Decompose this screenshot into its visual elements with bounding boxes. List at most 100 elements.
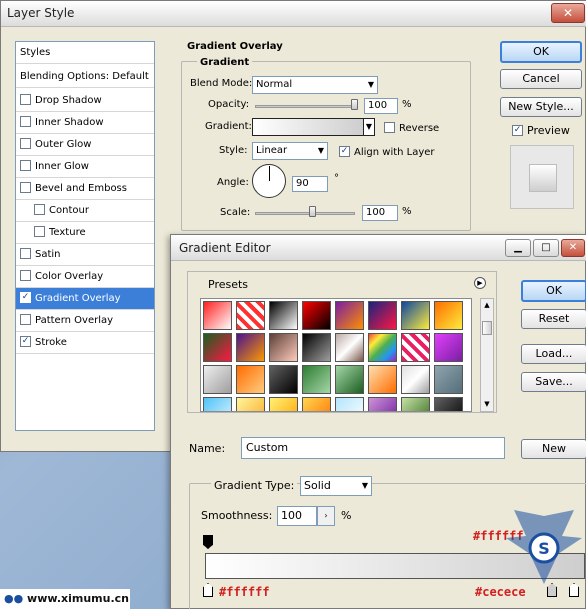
preset-swatch[interactable] [434, 397, 463, 411]
checkbox-icon[interactable] [20, 137, 31, 149]
preset-swatch[interactable] [368, 333, 397, 362]
opacity-input[interactable]: 100 [364, 98, 398, 114]
preset-swatch[interactable] [203, 397, 232, 411]
angle-dial[interactable] [252, 164, 286, 198]
preset-swatch[interactable] [203, 365, 232, 394]
name-input[interactable]: Custom [241, 437, 505, 459]
load-button[interactable]: Load... [521, 344, 586, 364]
preset-swatch[interactable] [236, 397, 265, 411]
scroll-down-icon[interactable]: ▼ [481, 398, 493, 410]
preset-swatch[interactable] [269, 301, 298, 330]
layer-style-titlebar[interactable]: Layer Style ✕ [1, 1, 586, 27]
style-item-inner-glow[interactable]: Inner Glow [16, 156, 154, 178]
save-button[interactable]: Save... [521, 372, 586, 392]
presets-scrollbar[interactable]: ▲ ▼ [480, 298, 494, 412]
blend-mode-label: Blend Mode: [190, 78, 253, 89]
style-item-pattern-overlay[interactable]: Pattern Overlay [16, 310, 154, 332]
checkbox-icon[interactable] [20, 115, 31, 127]
gradient-editor-titlebar[interactable]: Gradient Editor ▁ □ ✕ [171, 235, 586, 261]
presets-menu-button[interactable]: ▶ [474, 277, 486, 289]
preset-swatch[interactable] [434, 333, 463, 362]
cancel-button[interactable]: Cancel [500, 69, 582, 89]
checkbox-icon[interactable] [34, 203, 45, 215]
preset-swatch[interactable] [401, 365, 430, 394]
gradient-type-dropdown[interactable]: Solid ▼ [300, 476, 372, 496]
new-button[interactable]: New [521, 439, 586, 459]
smoothness-input[interactable]: 100 [277, 506, 317, 526]
style-item-outer-glow[interactable]: Outer Glow [16, 134, 154, 156]
style-item-inner-shadow[interactable]: Inner Shadow [16, 112, 154, 134]
style-item-texture[interactable]: Texture [16, 222, 154, 244]
preset-swatch[interactable] [236, 365, 265, 394]
scroll-up-icon[interactable]: ▲ [481, 299, 493, 311]
style-item-contour[interactable]: Contour [16, 200, 154, 222]
scale-slider-track[interactable] [255, 212, 355, 215]
checkbox-icon[interactable] [34, 225, 45, 237]
style-item-label: Outer Glow [35, 139, 92, 150]
editor-ok-button[interactable]: OK [521, 280, 586, 302]
scale-input[interactable]: 100 [362, 205, 398, 221]
align-with-layer-checkbox[interactable]: ✓ Align with Layer [339, 145, 435, 158]
opacity-slider-thumb[interactable] [351, 99, 358, 110]
preset-swatch[interactable] [269, 397, 298, 411]
preset-swatch[interactable] [335, 333, 364, 362]
preset-swatch[interactable] [302, 397, 331, 411]
preset-swatch[interactable] [368, 397, 397, 411]
checkbox-icon [384, 121, 395, 133]
angle-input[interactable]: 90 [292, 176, 328, 192]
style-item-gradient-overlay[interactable]: ✓ Gradient Overlay [16, 288, 154, 310]
checkbox-icon[interactable] [20, 93, 31, 105]
preset-swatch[interactable] [203, 301, 232, 330]
close-button[interactable]: ✕ [561, 239, 585, 257]
preset-swatch[interactable] [368, 365, 397, 394]
style-item-bevel-and-emboss[interactable]: Bevel and Emboss [16, 178, 154, 200]
style-item-color-overlay[interactable]: Color Overlay [16, 266, 154, 288]
minimize-button[interactable]: ▁ [505, 239, 531, 257]
close-button[interactable]: ✕ [551, 3, 585, 23]
preset-swatch[interactable] [368, 301, 397, 330]
preset-swatch[interactable] [335, 301, 364, 330]
style-dropdown[interactable]: Linear ▼ [252, 142, 328, 160]
preset-swatch[interactable] [401, 333, 430, 362]
close-icon: ✕ [568, 242, 578, 253]
preset-swatch[interactable] [302, 301, 331, 330]
scroll-thumb[interactable] [482, 321, 492, 335]
styles-header[interactable]: Styles [16, 42, 154, 64]
preset-swatch[interactable] [401, 397, 430, 411]
ok-button[interactable]: OK [500, 41, 582, 63]
preview-checkbox[interactable]: ✓ Preview [512, 124, 570, 137]
preset-swatch[interactable] [302, 365, 331, 394]
preset-swatch[interactable] [203, 333, 232, 362]
preset-swatch[interactable] [335, 397, 364, 411]
preset-swatch[interactable] [302, 333, 331, 362]
checkbox-icon[interactable] [20, 269, 31, 281]
gradient-picker-arrow[interactable]: ▼ [363, 118, 375, 136]
preset-swatch[interactable] [434, 365, 463, 394]
preset-swatch[interactable] [269, 333, 298, 362]
preset-swatch[interactable] [269, 365, 298, 394]
preset-swatch[interactable] [401, 301, 430, 330]
opacity-slider-track[interactable] [255, 105, 355, 108]
blend-mode-dropdown[interactable]: Normal ▼ [252, 76, 378, 94]
checkbox-icon[interactable] [20, 247, 31, 259]
preset-swatch[interactable] [236, 333, 265, 362]
new-style-button[interactable]: New Style... [500, 97, 582, 117]
checkbox-icon[interactable]: ✓ [20, 291, 31, 303]
reset-button[interactable]: Reset [521, 309, 586, 329]
preset-swatch[interactable] [434, 301, 463, 330]
maximize-button[interactable]: □ [533, 239, 559, 257]
preset-swatch[interactable] [335, 365, 364, 394]
style-item-drop-shadow[interactable]: Drop Shadow [16, 90, 154, 112]
gradient-picker[interactable] [252, 118, 364, 136]
style-item-stroke[interactable]: ✓ Stroke [16, 332, 154, 354]
blending-options-item[interactable]: Blending Options: Default [16, 66, 154, 88]
smoothness-stepper[interactable]: › [317, 506, 335, 526]
checkbox-icon[interactable] [20, 159, 31, 171]
reverse-checkbox[interactable]: Reverse [384, 121, 439, 134]
scale-slider-thumb[interactable] [309, 206, 316, 217]
style-item-satin[interactable]: Satin [16, 244, 154, 266]
checkbox-icon[interactable] [20, 181, 31, 193]
checkbox-icon[interactable]: ✓ [20, 335, 31, 347]
checkbox-icon[interactable] [20, 313, 31, 325]
preset-swatch[interactable] [236, 301, 265, 330]
